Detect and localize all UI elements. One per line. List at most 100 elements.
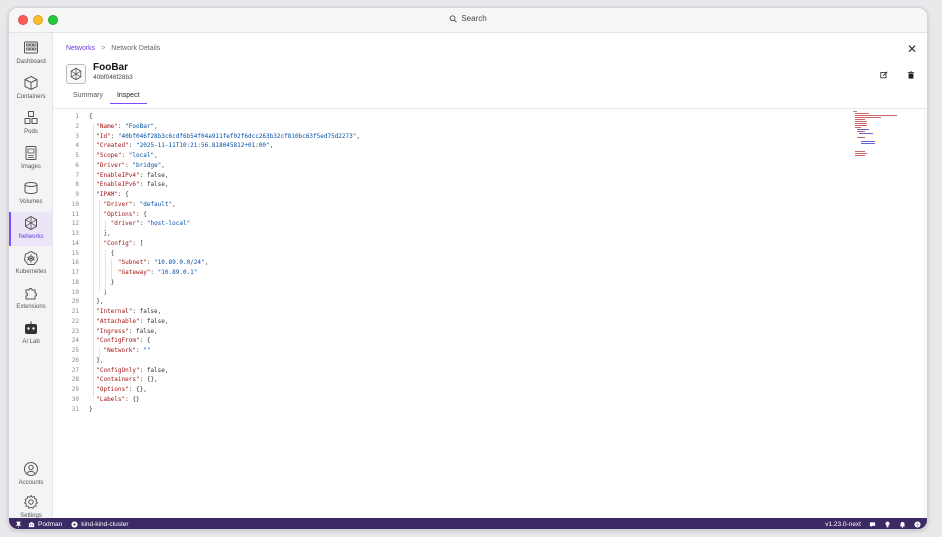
code-line: 28 "Containers": {}, — [53, 376, 843, 386]
code-line: 30 "Labels": {} — [53, 396, 843, 406]
puzzle-icon — [25, 288, 37, 300]
editor-scrollbar[interactable] — [923, 109, 927, 518]
edit-button[interactable] — [879, 70, 889, 80]
sidebar-item-label: Dashboard — [16, 59, 46, 65]
editor-minimap[interactable] — [853, 109, 913, 159]
delete-button[interactable] — [906, 70, 916, 80]
close-icon[interactable]: ✕ — [907, 43, 917, 55]
breadcrumb-current: Network Details — [111, 45, 161, 52]
code-line: 11 "Options": { — [53, 211, 843, 221]
line-number: 23 — [71, 327, 79, 335]
code-line: 21 "Internal": false, — [53, 308, 843, 318]
bell-icon[interactable] — [899, 521, 906, 528]
line-number: 1 — [75, 113, 79, 120]
code-line: 19 ] — [53, 289, 843, 299]
tab-inspect[interactable]: Inspect — [109, 92, 147, 104]
sidebar-item-extensions[interactable]: Extensions — [9, 282, 53, 316]
code-text: "Labels": {} — [96, 395, 140, 403]
sidebar-item-pods[interactable]: Pods — [9, 107, 53, 141]
account-icon — [24, 462, 38, 476]
code-text: "ConfigFrom": { — [96, 337, 151, 345]
sidebar-item-kubernetes[interactable]: Kubernetes — [9, 247, 53, 281]
sidebar-item-label: Kubernetes — [15, 269, 47, 275]
kubernetes-icon — [71, 521, 78, 528]
code-text: "Subnet": "10.89.0.0/24", — [117, 259, 209, 267]
sidebar-item-images[interactable]: Images — [9, 142, 53, 176]
code-line: 2 "Name": "FooBar", — [53, 123, 843, 133]
pin-button[interactable] — [15, 521, 22, 528]
podman-engine-status[interactable]: Podman — [28, 521, 62, 528]
line-number: 5 — [75, 152, 79, 159]
pin-icon — [15, 521, 22, 528]
help-icon[interactable]: ? — [914, 521, 921, 528]
sidebar-item-label: Containers — [16, 94, 46, 100]
code-line: 20 }, — [53, 298, 843, 308]
svg-text:?: ? — [916, 522, 919, 527]
volumes-icon — [24, 182, 38, 194]
sidebar-item-networks[interactable]: Networks — [9, 212, 53, 246]
sidebar-item-volumes[interactable]: Volumes — [9, 177, 53, 211]
code-line: 27 "ConfigOnly": false, — [53, 367, 843, 377]
line-number: 20 — [71, 298, 79, 306]
chat-icon[interactable] — [869, 521, 876, 528]
tab-summary[interactable]: Summary — [66, 92, 110, 104]
line-number: 16 — [71, 259, 79, 267]
line-number: 28 — [71, 376, 79, 384]
code-text: "Options": { — [103, 210, 147, 218]
line-number: 11 — [71, 210, 79, 218]
minimize-window-button[interactable] — [33, 15, 43, 25]
code-line: 9 "IPAM": { — [53, 191, 843, 201]
lightbulb-icon[interactable] — [884, 521, 891, 528]
sidebar-item-dashboard[interactable]: Dashboard — [9, 37, 53, 71]
code-text: "IPAM": { — [96, 191, 129, 198]
title-bar: Search — [9, 8, 927, 33]
main-content: Networks > Network Details ✕ FooBar 40bf… — [53, 33, 927, 518]
line-number: 26 — [71, 356, 79, 364]
line-number: 25 — [71, 347, 79, 354]
line-number: 4 — [75, 142, 79, 150]
code-line: 17 "Gateway": "10.89.0.1" — [53, 269, 843, 279]
indent-guide — [99, 347, 100, 359]
podman-icon — [28, 521, 35, 528]
json-editor[interactable]: 1{2 "Name": "FooBar", 3 "Id": "40bf046f28… — [53, 109, 927, 518]
edit-icon — [880, 71, 888, 79]
status-bar-right: v1.23.0-next ? — [825, 518, 921, 529]
kube-context-selector[interactable]: kind-kind-cluster — [71, 521, 129, 528]
code-text: "ConfigOnly": false, — [96, 366, 169, 374]
kubernetes-icon — [23, 250, 39, 265]
zoom-window-button[interactable] — [48, 15, 58, 25]
sidebar-item-ai-lab[interactable]: AI Lab — [9, 317, 53, 351]
status-bar: Podman kind-kind-cluster v1.23.0-next ? — [9, 518, 927, 529]
indent-guide — [105, 220, 106, 232]
sidebar-item-label: Pods — [24, 129, 38, 135]
breadcrumb: Networks > Network Details — [66, 45, 160, 52]
sidebar-item-accounts[interactable]: Accounts — [9, 458, 53, 492]
global-search[interactable]: Search — [449, 14, 487, 23]
code-line: 22 "Attachable": false, — [53, 318, 843, 328]
code-text: }, — [89, 298, 104, 306]
line-number: 22 — [71, 317, 79, 325]
sidebar-item-label: AI Lab — [22, 339, 40, 345]
breadcrumb-networks-link[interactable]: Networks — [66, 45, 95, 52]
code-text: "Created": "2025-11-11T10:21:56.81804581… — [96, 142, 274, 150]
network-id: 40bf046f28b3 — [93, 74, 133, 81]
line-number: 9 — [75, 191, 79, 198]
close-window-button[interactable] — [18, 15, 28, 25]
code-line: 6 "Driver": "bridge", — [53, 162, 843, 172]
code-line: 16 "Subnet": "10.89.0.0/24", — [53, 259, 843, 269]
code-text: "Id": "40bf046f28b3c6cdf6b54f04a911fef02… — [96, 132, 360, 140]
version-label[interactable]: v1.23.0-next — [825, 521, 861, 528]
indent-guide — [99, 200, 100, 291]
tab-bar: Summary Inspect — [66, 92, 147, 104]
network-icon — [66, 64, 86, 84]
code-text: "Driver": "bridge", — [96, 161, 165, 169]
indent-guide — [93, 122, 94, 398]
code-text: "Options": {}, — [96, 386, 147, 393]
line-number: 8 — [75, 181, 79, 189]
code-line: 8 "EnableIPv6": false, — [53, 181, 843, 191]
dashboard-icon — [24, 41, 38, 54]
sidebar-item-containers[interactable]: Containers — [9, 72, 53, 106]
line-number: 17 — [71, 269, 79, 276]
trash-icon — [907, 71, 915, 79]
sidebar-item-label: Accounts — [18, 480, 44, 486]
